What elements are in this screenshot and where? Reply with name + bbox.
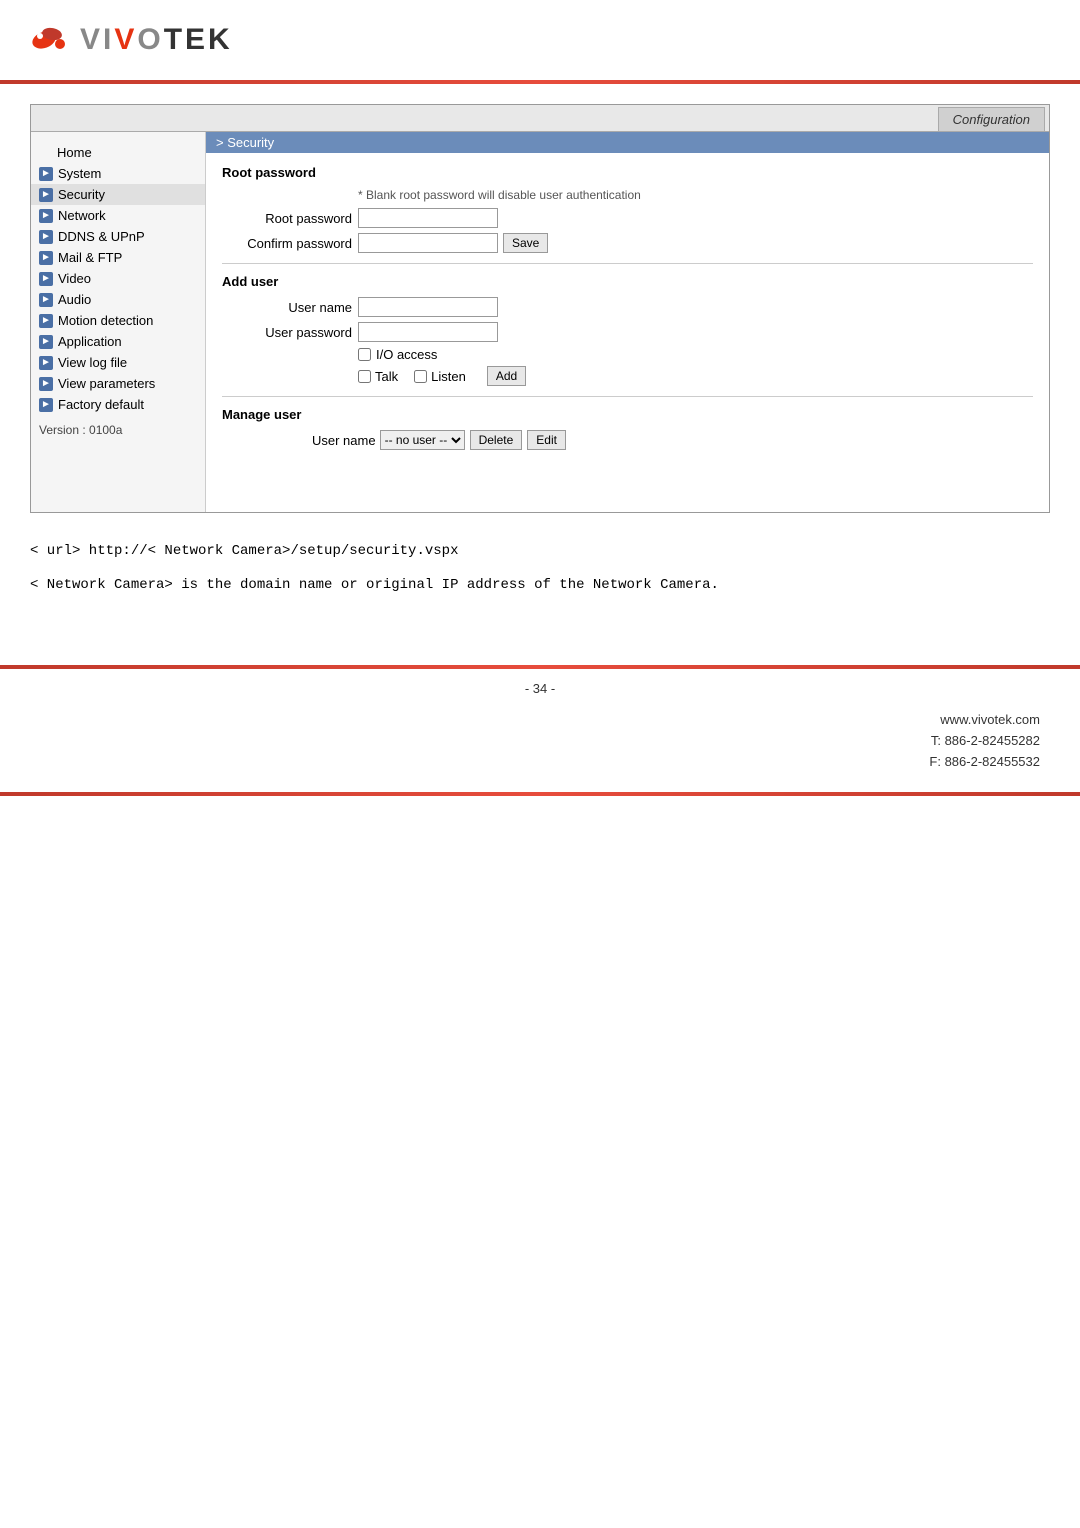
arrow-icon-audio: ► <box>39 293 53 307</box>
browser-body: Home ► System ► Security ► Network ► DDN… <box>31 132 1049 512</box>
footer-fax: F: 886-2-82455532 <box>929 752 1040 773</box>
arrow-icon-video: ► <box>39 272 53 286</box>
sidebar-item-network[interactable]: ► Network <box>31 205 205 226</box>
root-password-input[interactable] <box>358 208 498 228</box>
sidebar-label-video: Video <box>58 271 91 286</box>
userpassword-input[interactable] <box>358 322 498 342</box>
vivotek-logo-icon <box>30 18 74 62</box>
io-access-row: I/O access <box>358 347 1033 362</box>
manage-user-title: Manage user <box>222 407 1033 422</box>
sidebar-item-application[interactable]: ► Application <box>31 331 205 352</box>
url-line2: < Network Camera> is the domain name or … <box>30 571 1050 599</box>
talk-check-item: Talk <box>358 369 398 384</box>
save-button[interactable]: Save <box>503 233 548 253</box>
confirm-password-label: Confirm password <box>222 236 352 251</box>
arrow-icon-mail-ftp: ► <box>39 251 53 265</box>
sidebar-label-system: System <box>58 166 101 181</box>
username-label: User name <box>222 300 352 315</box>
arrow-icon-network: ► <box>39 209 53 223</box>
talk-label: Talk <box>375 369 398 384</box>
manage-user-dropdown[interactable]: -- no user -- <box>380 430 465 450</box>
sidebar-item-factory[interactable]: ► Factory default <box>31 394 205 415</box>
breadcrumb: > Security <box>206 132 1049 153</box>
arrow-icon-factory: ► <box>39 398 53 412</box>
logo-area: VIVOTEK <box>30 18 1050 62</box>
bottom-divider-bottom <box>0 792 1080 796</box>
add-user-title: Add user <box>222 274 1033 289</box>
sidebar-item-video[interactable]: ► Video <box>31 268 205 289</box>
arrow-icon-motion: ► <box>39 314 53 328</box>
username-input[interactable] <box>358 297 498 317</box>
sidebar-item-motion[interactable]: ► Motion detection <box>31 310 205 331</box>
browser-window: Configuration Home ► System ► Security ►… <box>30 104 1050 513</box>
sidebar-item-audio[interactable]: ► Audio <box>31 289 205 310</box>
arrow-icon-viewparams: ► <box>39 377 53 391</box>
userpassword-label: User password <box>222 325 352 340</box>
arrow-icon-ddns: ► <box>39 230 53 244</box>
sidebar-label-viewlog: View log file <box>58 355 127 370</box>
sidebar-label-motion: Motion detection <box>58 313 153 328</box>
root-password-row: Root password <box>222 208 1033 228</box>
sidebar: Home ► System ► Security ► Network ► DDN… <box>31 132 206 512</box>
username-row: User name <box>222 297 1033 317</box>
root-password-title: Root password <box>222 165 1033 180</box>
edit-user-button[interactable]: Edit <box>527 430 566 450</box>
confirm-password-input[interactable] <box>358 233 498 253</box>
sidebar-item-viewlog[interactable]: ► View log file <box>31 352 205 373</box>
arrow-icon-security: ► <box>39 188 53 202</box>
sidebar-item-system[interactable]: ► System <box>31 163 205 184</box>
delete-user-button[interactable]: Delete <box>470 430 523 450</box>
root-password-label: Root password <box>222 211 352 226</box>
footer-content: - 34 - <box>0 669 1080 704</box>
add-user-button[interactable]: Add <box>487 366 526 386</box>
arrow-icon-viewlog: ► <box>39 356 53 370</box>
content-panel: > Security Root password * Blank root pa… <box>206 132 1049 512</box>
sidebar-item-ddns[interactable]: ► DDNS & UPnP <box>31 226 205 247</box>
root-password-hint: * Blank root password will disable user … <box>358 188 1033 202</box>
url-section: < url> http://< Network Camera>/setup/se… <box>30 537 1050 599</box>
manage-username-label: User name <box>312 433 376 448</box>
listen-checkbox[interactable] <box>414 370 427 383</box>
sidebar-label-factory: Factory default <box>58 397 144 412</box>
io-access-checkbox[interactable] <box>358 348 371 361</box>
sidebar-label-ddns: DDNS & UPnP <box>58 229 145 244</box>
sidebar-item-security[interactable]: ► Security <box>31 184 205 205</box>
userpassword-row: User password <box>222 322 1033 342</box>
sidebar-label-network: Network <box>58 208 106 223</box>
arrow-icon-application: ► <box>39 335 53 349</box>
header: VIVOTEK <box>0 0 1080 80</box>
section-divider-1 <box>222 263 1033 264</box>
footer-dividers: - 34 - www.vivotek.com T: 886-2-82455282… <box>0 665 1080 796</box>
sidebar-label-mail-ftp: Mail & FTP <box>58 250 122 265</box>
configuration-tab[interactable]: Configuration <box>938 107 1045 131</box>
config-tab-bar: Configuration <box>31 105 1049 132</box>
footer-phone: T: 886-2-82455282 <box>929 731 1040 752</box>
talk-checkbox[interactable] <box>358 370 371 383</box>
main-content: Configuration Home ► System ► Security ►… <box>0 84 1080 625</box>
listen-check-item: Listen <box>414 369 466 384</box>
sidebar-label-viewparams: View parameters <box>58 376 155 391</box>
page-number: - 34 - <box>525 681 555 696</box>
logo-text: VIVOTEK <box>80 23 233 57</box>
arrow-icon-system: ► <box>39 167 53 181</box>
sidebar-item-mail-ftp[interactable]: ► Mail & FTP <box>31 247 205 268</box>
io-access-label: I/O access <box>376 347 437 362</box>
confirm-password-row: Confirm password Save <box>222 233 1033 253</box>
sidebar-label-audio: Audio <box>58 292 91 307</box>
url-line1: < url> http://< Network Camera>/setup/se… <box>30 537 1050 565</box>
sidebar-label-application: Application <box>58 334 122 349</box>
section-divider-2 <box>222 396 1033 397</box>
footer-website: www.vivotek.com <box>929 710 1040 731</box>
sidebar-label-security: Security <box>58 187 105 202</box>
footer-contact: www.vivotek.com T: 886-2-82455282 F: 886… <box>0 704 1080 792</box>
sidebar-version: Version : 0100a <box>31 415 205 440</box>
sidebar-item-home[interactable]: Home <box>31 142 205 163</box>
listen-label: Listen <box>431 369 466 384</box>
sidebar-item-viewparams[interactable]: ► View parameters <box>31 373 205 394</box>
contact-info: www.vivotek.com T: 886-2-82455282 F: 886… <box>929 710 1040 772</box>
talk-listen-row: Talk Listen Add <box>358 366 1033 386</box>
manage-user-row: User name -- no user -- Delete Edit <box>312 430 1033 450</box>
